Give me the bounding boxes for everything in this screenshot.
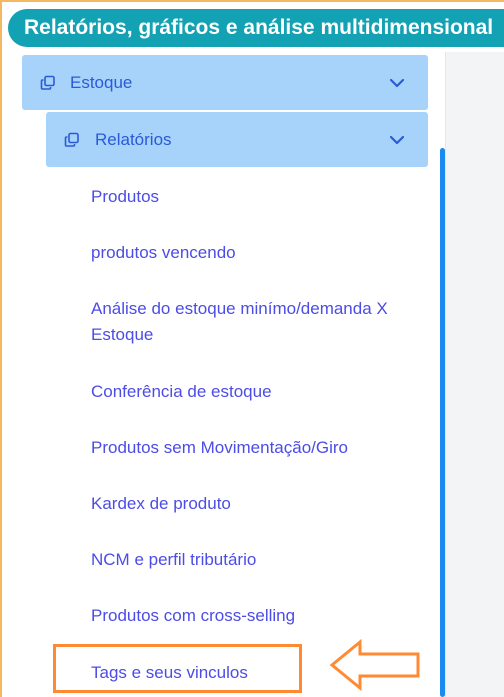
copy-icon bbox=[64, 132, 79, 147]
report-item-cross-selling[interactable]: Produtos com cross-selling bbox=[91, 603, 421, 629]
report-item-conferencia-estoque[interactable]: Conferência de estoque bbox=[91, 379, 421, 405]
copy-icon bbox=[40, 75, 55, 90]
menu-group-relatorios-label: Relatórios bbox=[95, 129, 172, 149]
chevron-down-icon[interactable] bbox=[389, 78, 405, 88]
menu-group-estoque-label: Estoque bbox=[70, 72, 133, 92]
arrow-left-icon bbox=[329, 638, 420, 692]
menu-group-relatorios[interactable]: Relatórios bbox=[46, 112, 428, 167]
report-item-produtos-vencendo[interactable]: produtos vencendo bbox=[91, 240, 421, 266]
menu-group-estoque[interactable]: Estoque bbox=[22, 55, 428, 110]
highlight-box bbox=[53, 644, 302, 693]
report-item-kardex[interactable]: Kardex de produto bbox=[91, 491, 421, 517]
report-item-sem-movimentacao[interactable]: Produtos sem Movimentação/Giro bbox=[91, 435, 421, 461]
sidebar-scrollbar[interactable] bbox=[440, 148, 445, 697]
content-panel bbox=[446, 52, 504, 697]
panel-divider bbox=[445, 52, 446, 697]
chevron-down-icon[interactable] bbox=[389, 135, 405, 145]
report-item-ncm[interactable]: NCM e perfil tributário bbox=[91, 547, 421, 573]
report-item-estoque-minimo[interactable]: Análise do estoque minímo/demanda X Esto… bbox=[91, 296, 421, 348]
page-title: Relatórios, gráficos e análise multidime… bbox=[8, 9, 504, 47]
report-item-produtos[interactable]: Produtos bbox=[91, 184, 421, 210]
